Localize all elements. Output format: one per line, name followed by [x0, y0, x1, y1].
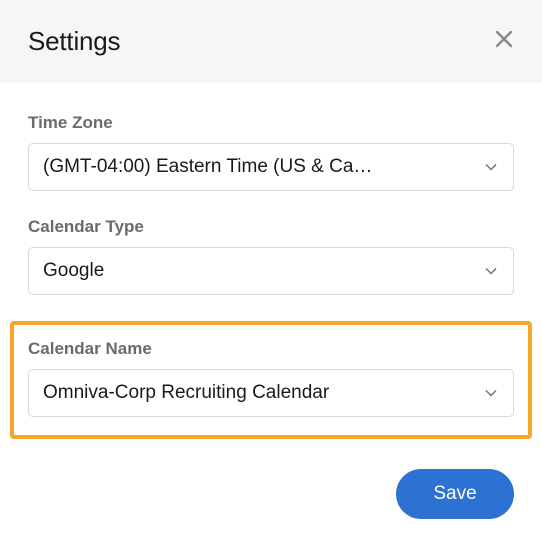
close-button[interactable]: [494, 29, 514, 54]
field-calendar-name: Calendar Name Omniva-Corp Recruiting Cal…: [10, 321, 532, 439]
calendar-type-label: Calendar Type: [28, 217, 514, 237]
calendar-name-value: Omniva-Corp Recruiting Calendar: [43, 382, 467, 404]
calendar-type-select[interactable]: Google: [28, 247, 514, 295]
chevron-down-icon: [485, 390, 497, 397]
modal-header: Settings: [0, 0, 542, 83]
timezone-label: Time Zone: [28, 113, 514, 133]
calendar-name-label: Calendar Name: [28, 339, 514, 359]
timezone-value: (GMT-04:00) Eastern Time (US & Ca…: [43, 156, 467, 178]
settings-modal: Settings Time Zone (GMT-04:00) Eastern T…: [0, 0, 542, 539]
calendar-name-select[interactable]: Omniva-Corp Recruiting Calendar: [28, 369, 514, 417]
timezone-select[interactable]: (GMT-04:00) Eastern Time (US & Ca…: [28, 143, 514, 191]
chevron-down-icon: [485, 164, 497, 171]
close-icon: [494, 29, 514, 54]
field-calendar-type: Calendar Type Google: [28, 217, 514, 295]
modal-footer: Save: [0, 461, 542, 519]
chevron-down-icon: [485, 268, 497, 275]
modal-body: Time Zone (GMT-04:00) Eastern Time (US &…: [0, 83, 542, 439]
save-button[interactable]: Save: [396, 469, 514, 519]
modal-title: Settings: [28, 26, 120, 57]
field-timezone: Time Zone (GMT-04:00) Eastern Time (US &…: [28, 113, 514, 191]
calendar-type-value: Google: [43, 260, 467, 282]
